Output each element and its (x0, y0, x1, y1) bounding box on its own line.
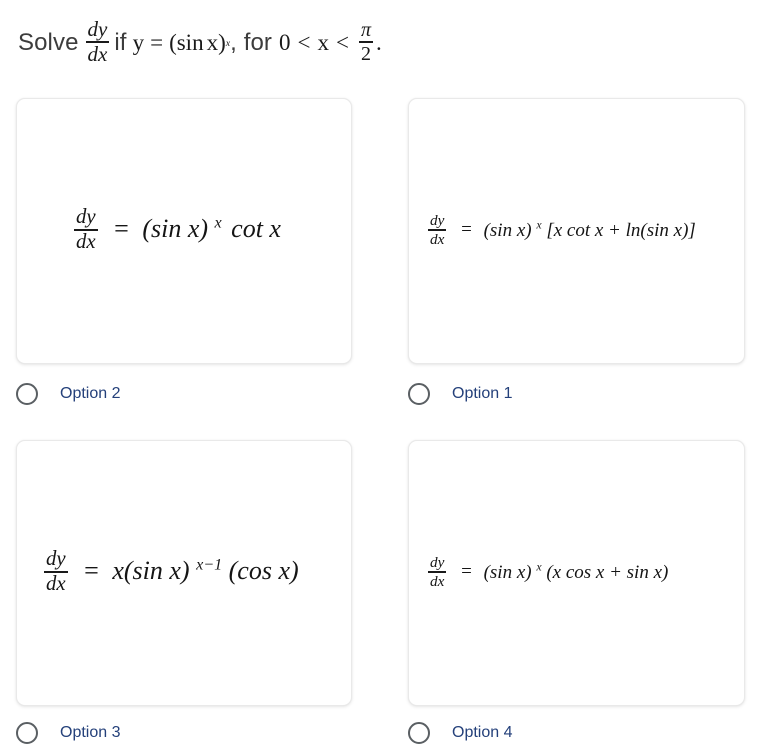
quiz-page: Solve dy dx if y = ( sin x ) x , for 0 <… (0, 0, 772, 756)
question-open-paren: ( (169, 30, 177, 55)
radio-label-option-4[interactable]: Option 4 (452, 724, 512, 742)
formula-tail: [x cot x + ln(sin x)] (546, 219, 696, 241)
radio-label-option-3[interactable]: Option 3 (60, 724, 120, 742)
option-formula-option-1: dy dx = (sin x) x [x cot x + ln(sin x)] (409, 211, 696, 249)
fraction-denominator: dx (46, 572, 66, 596)
question-for-clause: , for (230, 29, 272, 56)
option-card-option-4[interactable]: dy dx = (sin x) x (x cos x + sin x) (408, 440, 745, 706)
formula-base: (sin x) (142, 213, 209, 243)
option-card-option-3[interactable]: dy dx = x(sin x) x−1 (cos x) (16, 440, 352, 706)
formula-base: x(sin x) (112, 555, 190, 585)
question-close-paren: ) (218, 30, 226, 55)
formula-equals: = (114, 213, 129, 243)
fraction-numerator: dy (430, 553, 445, 571)
formula-base: (sin x) (483, 561, 532, 583)
fraction-denominator: dx (430, 231, 445, 249)
radio-button-icon[interactable] (408, 383, 430, 405)
question-less-than-2: < (335, 30, 349, 55)
formula-fraction: dy dx (74, 204, 98, 254)
formula-exponent: x−1 (196, 556, 223, 574)
option-formula-option-3: dy dx = x(sin x) x−1 (cos x) (17, 546, 299, 596)
formula-exponent: x (214, 214, 222, 232)
radio-label-option-2[interactable]: Option 2 (60, 385, 120, 403)
fraction-numerator: dy (430, 211, 445, 229)
radio-row-option-4[interactable]: Option 4 (408, 718, 512, 748)
radio-button-icon[interactable] (408, 722, 430, 744)
radio-row-option-3[interactable]: Option 3 (16, 718, 120, 748)
two-denominator: 2 (360, 43, 371, 66)
radio-button-icon[interactable] (16, 383, 38, 405)
fraction-denominator: dx (76, 230, 96, 254)
question-if-word: if (114, 29, 127, 56)
radio-row-option-2[interactable]: Option 2 (16, 379, 120, 409)
option-formula-option-2: dy dx = (sin x) x cot x (17, 204, 281, 254)
option-card-option-1[interactable]: dy dx = (sin x) x [x cot x + ln(sin x)] (408, 98, 745, 364)
formula-fraction: dy dx (44, 546, 68, 596)
fraction-denominator: dx (430, 573, 445, 591)
fraction-numerator: dy (87, 16, 108, 41)
question-equals-sign: = (150, 30, 164, 55)
formula-equals: = (461, 219, 472, 241)
radio-button-icon[interactable] (16, 722, 38, 744)
formula-tail: (cos x) (228, 555, 299, 585)
question-pi-over-two-fraction: π 2 (358, 18, 373, 66)
question-prompt: Solve dy dx if y = ( sin x ) x , for 0 <… (18, 12, 758, 74)
radio-row-option-1[interactable]: Option 1 (408, 379, 512, 409)
formula-fraction: dy dx (428, 211, 447, 249)
formula-base: (sin x) (483, 219, 532, 241)
formula-equals: = (84, 555, 99, 585)
question-sin-argument: x (206, 30, 219, 55)
option-formula-option-4: dy dx = (sin x) x (x cos x + sin x) (409, 553, 669, 591)
formula-tail: (x cos x + sin x) (546, 561, 669, 583)
formula-equals: = (461, 561, 472, 583)
option-card-option-2[interactable]: dy dx = (sin x) x cot x (16, 98, 352, 364)
formula-exponent: x (536, 218, 542, 232)
formula-tail: cot x (231, 213, 281, 243)
fraction-denominator: dx (87, 42, 108, 67)
question-sin-operator: sin (176, 30, 204, 55)
question-less-than-1: < (297, 30, 311, 55)
formula-fraction: dy dx (428, 553, 447, 591)
formula-exponent: x (536, 560, 542, 574)
pi-numerator: π (360, 18, 371, 41)
question-y-symbol: y (132, 30, 145, 55)
fraction-numerator: dy (46, 546, 66, 570)
question-derivative-fraction: dy dx (85, 16, 110, 67)
question-lead-word: Solve (18, 29, 79, 56)
question-period: . (376, 30, 382, 55)
fraction-numerator: dy (76, 204, 96, 228)
radio-label-option-1[interactable]: Option 1 (452, 385, 512, 403)
question-variable-x: x (317, 30, 329, 55)
question-lower-bound: 0 (279, 30, 291, 55)
